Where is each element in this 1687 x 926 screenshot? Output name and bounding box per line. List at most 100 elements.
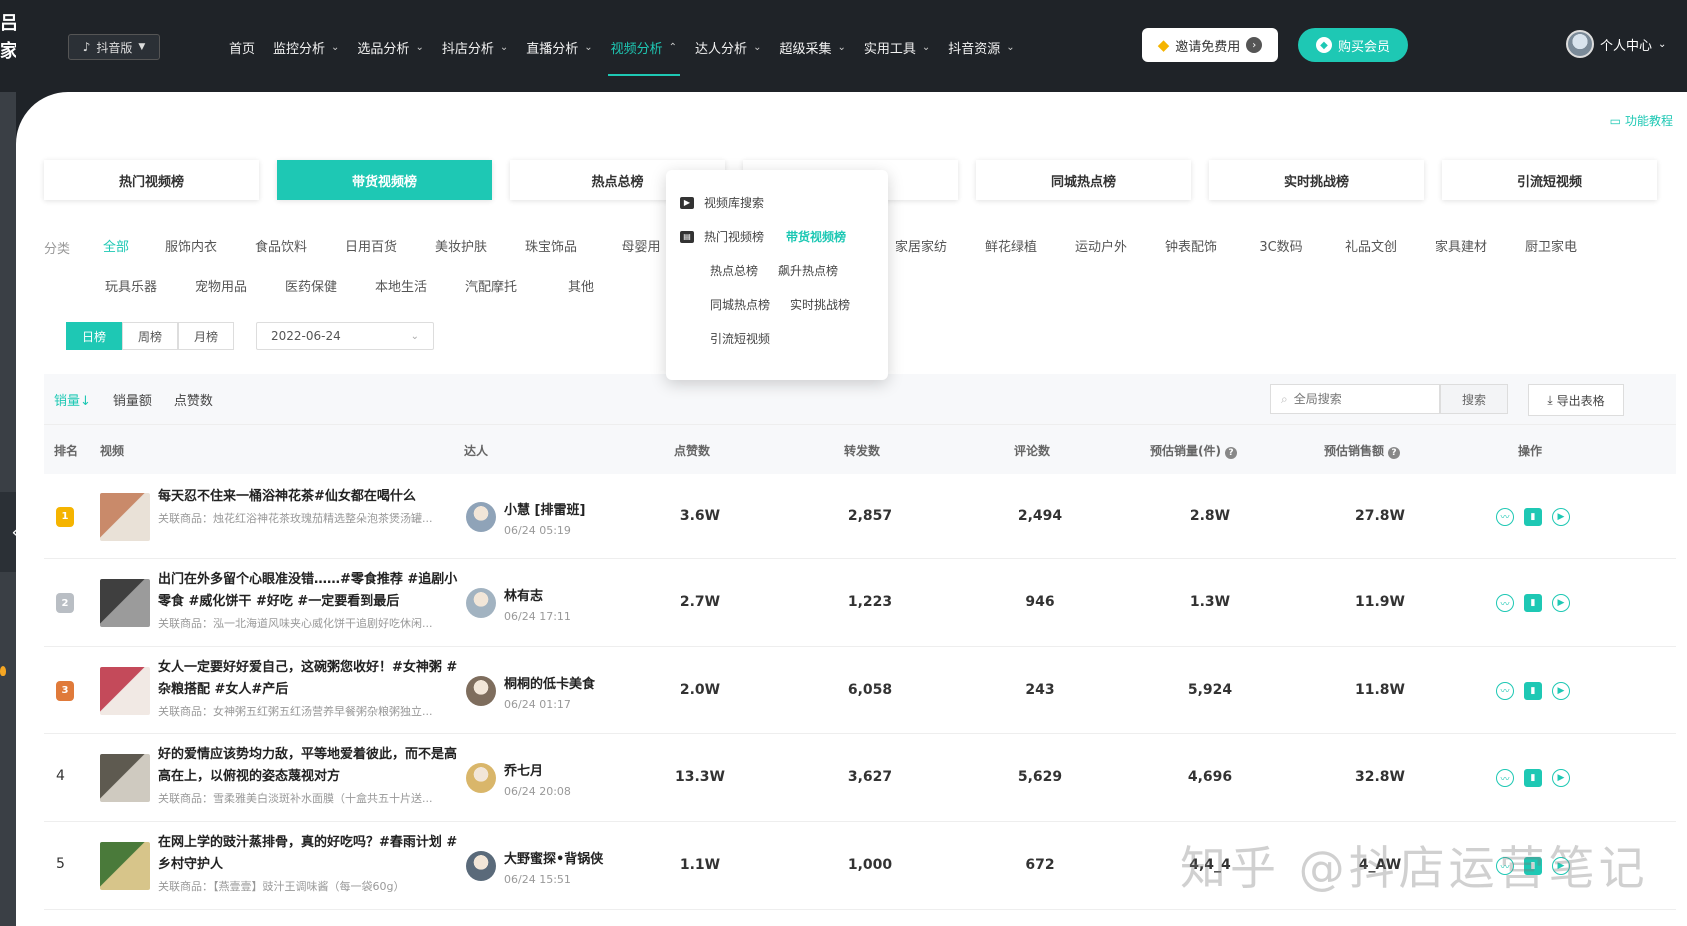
sort-option-1[interactable]: 销量额 [113,390,152,409]
category-item[interactable]: 宠物用品 [176,276,266,295]
table-row[interactable]: 1 每天忍不住来一桶浴神花茶#仙女都在喝什么 关联商品：烛花红浴神花茶玫瑰茄精选整朵… [44,474,1676,559]
dropdown-item-4[interactable]: 飙升热点榜 [778,262,838,279]
tutorial-link[interactable]: ▭ 功能教程 [1610,112,1673,129]
nav-item-5[interactable]: 视频分析 ⌃ [602,28,686,76]
table-row[interactable]: 2 出门在外多留个心眼准没错……#零食推荐 #追剧小零食 #威化饼干 #好吃 #一… [44,559,1676,647]
video-title[interactable]: 在网上学的豉汁蒸排骨，真的好吃吗？#春雨计划 #乡村守护人 [158,832,458,876]
trend-chart-icon[interactable]: 〰 [1496,507,1514,526]
video-thumbnail[interactable] [100,579,150,627]
search-button[interactable]: 搜索 [1440,384,1508,414]
talent-name[interactable]: 桐桐的低卡美食 [504,673,595,692]
category-item[interactable]: 鲜花绿植 [966,236,1056,255]
invite-free-button[interactable]: ◆ 邀请免费用 › [1142,28,1278,62]
nav-item-0[interactable]: 首页 [220,28,264,66]
nav-item-1[interactable]: 监控分析 ⌄ [264,28,348,66]
trend-chart-icon[interactable]: 〰 [1496,594,1514,612]
rank-tab-6[interactable]: 引流短视频 [1442,160,1657,200]
dropdown-item-0[interactable]: ▶ 视频库搜索 [680,194,764,211]
category-item[interactable]: 其他 [536,276,626,295]
period-tab-0[interactable]: 日榜 [66,322,122,350]
play-icon[interactable]: ▶ [1552,681,1570,700]
header-comments[interactable]: 评论数 [1014,442,1050,459]
nav-item-6[interactable]: 达人分析 ⌄ [686,28,770,66]
dropdown-item-2[interactable]: 带货视频榜 [786,228,846,245]
help-icon[interactable]: ? [1388,447,1401,459]
table-row[interactable]: 3 女人一定要好好爱自己，这碗粥您收好！#女神粥 #杂粮搭配 #女人#产后 关联商品… [44,647,1676,734]
date-select[interactable]: 2022-06-24 ⌄ [256,322,434,350]
nav-item-7[interactable]: 超级采集 ⌄ [770,28,854,66]
nav-item-3[interactable]: 抖店分析 ⌄ [433,28,517,66]
category-item[interactable]: 医药保健 [266,276,356,295]
table-row[interactable]: 4 好的爱情应该势均力敌，平等地爱着彼此，而不是高高在上，以俯视的姿态蔑视对方 关联… [44,734,1676,822]
nav-item-8[interactable]: 实用工具 ⌄ [855,28,939,66]
category-item[interactable]: 厨卫家电 [1506,236,1596,255]
category-item[interactable]: 服饰内衣 [146,236,236,255]
rank-tab-1[interactable]: 带货视频榜 [277,160,492,200]
category-item[interactable]: 汽配摩托 [446,276,536,295]
category-item[interactable]: 家居家纺 [876,236,966,255]
talent-avatar[interactable] [466,588,496,618]
platform-switch-button[interactable]: ♪ 抖音版 ▼ [68,34,160,60]
video-title[interactable]: 好的爱情应该势均力敌，平等地爱着彼此，而不是高高在上，以俯视的姿态蔑视对方 [158,744,458,788]
header-likes[interactable]: 点赞数 [674,442,710,459]
dropdown-item-5[interactable]: 同城热点榜 [710,296,770,313]
category-item[interactable]: 食品饮料 [236,236,326,255]
talent-avatar[interactable] [466,851,496,881]
video-title[interactable]: 每天忍不住来一桶浴神花茶#仙女都在喝什么 [158,486,458,508]
help-icon[interactable]: ? [1224,447,1237,459]
sort-option-2[interactable]: 点赞数 [174,390,213,409]
talent-avatar[interactable] [466,675,496,706]
talent-name[interactable]: 大野蜜探•背锅侠 [504,848,603,867]
category-item[interactable]: 全部 [86,236,146,255]
nav-item-9[interactable]: 抖音资源 ⌄ [939,28,1023,66]
related-product[interactable]: 关联商品：【燕壹壹】豉汁王调味酱（每一袋60g） [158,878,458,894]
shopping-bag-icon[interactable]: ▮ [1524,594,1542,612]
category-item[interactable]: 运动户外 [1056,236,1146,255]
category-item[interactable]: 美妆护肤 [416,236,506,255]
play-icon[interactable]: ▶ [1552,594,1570,612]
category-item[interactable]: 3C数码 [1236,236,1326,255]
talent-avatar[interactable] [466,763,496,793]
play-icon[interactable]: ▶ [1552,769,1570,787]
category-item[interactable]: 日用百货 [326,236,416,255]
talent-name[interactable]: 小慧 [排雷班] [504,499,585,518]
rank-tab-4[interactable]: 同城热点榜 [976,160,1191,200]
period-tab-1[interactable]: 周榜 [122,322,178,350]
period-tab-2[interactable]: 月榜 [178,322,234,350]
nav-item-4[interactable]: 直播分析 ⌄ [517,28,601,66]
user-center-menu[interactable]: 个人中心 ⌄ [1566,30,1666,58]
video-thumbnail[interactable] [100,842,150,890]
buy-membership-button[interactable]: ◆ 购买会员 [1298,28,1408,62]
shopping-bag-icon[interactable]: ▮ [1524,681,1542,700]
related-product[interactable]: 关联商品：烛花红浴神花茶玫瑰茄精选整朵泡茶煲汤罐... [158,510,458,526]
dropdown-item-6[interactable]: 实时挑战榜 [790,296,850,313]
trend-chart-icon[interactable]: 〰 [1496,681,1514,700]
related-product[interactable]: 关联商品：女神粥五红粥五红汤营养早餐粥杂粮粥独立... [158,703,458,719]
search-box[interactable]: ⌕ [1270,384,1440,414]
video-thumbnail[interactable] [100,666,150,715]
dropdown-item-3[interactable]: 热点总榜 [710,262,758,279]
category-item[interactable]: 珠宝饰品 [506,236,596,255]
category-item[interactable]: 礼品文创 [1326,236,1416,255]
related-product[interactable]: 关联商品：雪柔雅美白淡斑补水面膜（十盒共五十片送... [158,790,458,806]
dropdown-item-7[interactable]: 引流短视频 [710,330,770,347]
category-item[interactable]: 玩具乐器 [86,276,176,295]
header-sales[interactable]: 预估销量(件)? [1150,442,1237,459]
dropdown-item-1[interactable]: ▤ 热门视频榜 [680,228,764,245]
category-item[interactable]: 本地生活 [356,276,446,295]
header-shares[interactable]: 转发数 [844,442,880,459]
talent-avatar[interactable] [466,501,496,532]
video-title[interactable]: 出门在外多留个心眼准没错……#零食推荐 #追剧小零食 #威化饼干 #好吃 #一定… [158,569,458,613]
play-icon[interactable]: ▶ [1552,507,1570,526]
header-revenue[interactable]: 预估销售额? [1324,442,1401,459]
export-table-button[interactable]: ⤓ 导出表格 [1528,384,1624,416]
talent-name[interactable]: 林有志 [504,585,571,604]
shopping-bag-icon[interactable]: ▮ [1524,769,1542,787]
talent-name[interactable]: 乔七月 [504,760,571,779]
nav-item-2[interactable]: 选品分析 ⌄ [348,28,432,66]
video-thumbnail[interactable] [100,492,150,541]
sort-option-0[interactable]: 销量↓ [54,390,91,409]
video-title[interactable]: 女人一定要好好爱自己，这碗粥您收好！#女神粥 #杂粮搭配 #女人#产后 [158,657,458,701]
rank-tab-0[interactable]: 热门视频榜 [44,160,259,200]
video-thumbnail[interactable] [100,754,150,802]
